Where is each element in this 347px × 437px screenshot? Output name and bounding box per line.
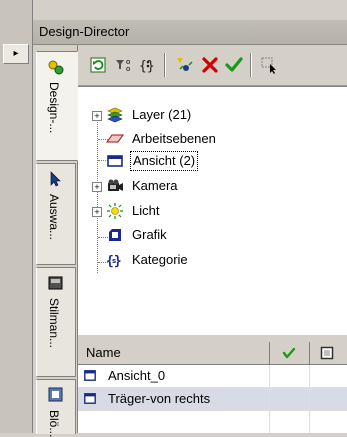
delete-icon[interactable] (200, 55, 220, 75)
row-box-cell[interactable] (310, 388, 347, 410)
view-icon (84, 370, 96, 381)
toolbar: o o {} (78, 45, 347, 86)
light-icon (107, 203, 123, 219)
tree-item-label: Arbeitsebenen (132, 131, 216, 146)
tree-item-label: Kamera (132, 178, 178, 193)
tree-item-label: Licht (132, 203, 160, 218)
tab-bloecke[interactable]: Blö... (36, 379, 76, 437)
block-icon (48, 387, 63, 402)
row-check-cell[interactable] (270, 388, 310, 410)
table-row-empty (78, 411, 347, 433)
box-column-icon (320, 346, 334, 360)
table-row-selected[interactable]: Träger-von rechts (78, 388, 347, 411)
row-name: Ansicht_0 (108, 368, 166, 383)
panel-title-bar[interactable]: Design-Director (33, 20, 347, 45)
toolbar-separator (164, 53, 166, 77)
expand-toggle[interactable]: + (92, 182, 102, 192)
tab-label: Auswa... (47, 194, 61, 241)
tree-item-label: Grafik (132, 227, 167, 242)
row-check-cell[interactable] (270, 365, 310, 387)
category-icon: {} s (106, 254, 122, 268)
column-header-box[interactable] (310, 342, 347, 364)
toolbar-separator (250, 53, 252, 77)
expand-toggle[interactable]: + (92, 111, 102, 121)
style-manager-icon (48, 276, 63, 290)
camera-icon (108, 179, 123, 191)
braces-icon[interactable]: {} (138, 55, 158, 75)
tree-item-label: Ansicht (2) (130, 151, 199, 171)
check-column-icon (282, 347, 296, 359)
new-element-icon[interactable] (174, 55, 194, 75)
column-header-check[interactable] (270, 342, 310, 364)
apply-check-icon[interactable] (224, 55, 244, 75)
vertical-tab-strip: Design-... Auswa... Stilman... Blö... (33, 45, 78, 437)
refresh-icon[interactable] (88, 55, 108, 75)
column-header-name[interactable]: Name (78, 342, 270, 364)
tab-design-director[interactable]: Design-... (36, 51, 78, 161)
tab-label: Design-... (47, 82, 61, 134)
empty-cell (270, 411, 310, 433)
filter-icon[interactable]: o o (114, 55, 134, 75)
expand-toggle[interactable]: + (92, 207, 102, 217)
row-name: Träger-von rechts (108, 391, 211, 406)
view-icon (107, 155, 123, 167)
design-tree[interactable]: + Layer (21) Arbeitsebenen Ansicht (2) +… (78, 86, 347, 335)
empty-cell (78, 411, 270, 433)
tree-connector (97, 119, 98, 273)
workplane-icon (106, 134, 124, 143)
tree-item-label: Kategorie (132, 252, 188, 267)
panel-title: Design-Director (39, 24, 130, 39)
cursor-select-icon (50, 171, 61, 187)
left-dock-strip: ▸ (0, 0, 32, 433)
tab-stilmanager[interactable]: Stilman... (36, 267, 76, 377)
graphic-icon (109, 229, 121, 241)
tab-label: Stilman... (47, 298, 61, 349)
svg-text:o: o (126, 65, 130, 73)
svg-text:s: s (112, 257, 116, 265)
dock-pin-button[interactable]: ▸ (3, 44, 29, 64)
row-name-cell: Ansicht_0 (78, 365, 270, 387)
row-name-cell: Träger-von rechts (78, 388, 270, 410)
view-icon (84, 393, 96, 404)
row-box-cell[interactable] (310, 365, 347, 387)
design-director-icon (48, 60, 64, 75)
grid-header: Name (78, 342, 347, 365)
table-row[interactable]: Ansicht_0 (78, 365, 347, 388)
pick-icon[interactable] (260, 55, 280, 75)
layer-icon (107, 107, 123, 123)
tab-auswahl[interactable]: Auswa... (36, 163, 76, 265)
tree-item-label: Layer (21) (132, 107, 192, 122)
properties-grid[interactable]: Name Ansicht_0 Träger-von rechts (78, 342, 347, 433)
